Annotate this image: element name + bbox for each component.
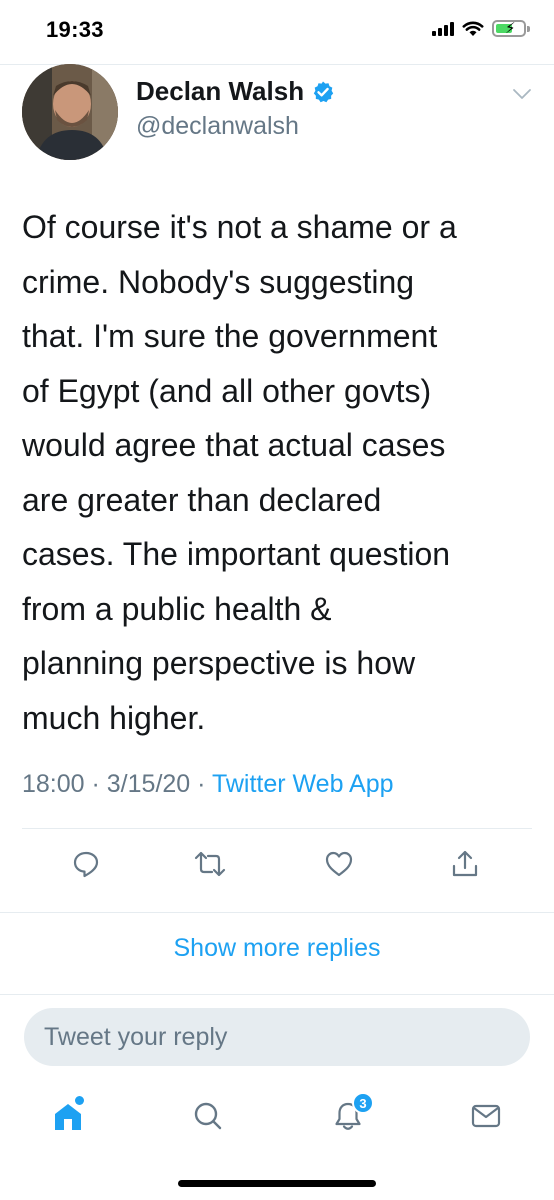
tweet-text: Of course it's not a shame or a crime. N… <box>22 209 457 736</box>
tab-bar: 3 <box>0 1080 554 1150</box>
meta-separator: · <box>84 770 107 798</box>
share-icon <box>452 850 478 877</box>
divider <box>0 912 554 913</box>
author-name[interactable]: Declan Walsh <box>136 76 304 107</box>
status-bar: 19:33 ⚡ <box>0 0 554 62</box>
divider <box>22 828 532 829</box>
verified-badge-icon <box>313 81 334 102</box>
tab-search[interactable] <box>188 1096 228 1136</box>
tweet-actions <box>0 846 554 886</box>
signal-icon <box>432 21 454 36</box>
tab-notifications[interactable]: 3 <box>328 1092 374 1136</box>
messages-icon <box>471 1104 501 1128</box>
home-indicator <box>178 1180 376 1187</box>
wifi-icon <box>462 21 484 36</box>
tab-messages[interactable] <box>466 1096 506 1136</box>
avatar[interactable] <box>22 64 118 160</box>
status-icons: ⚡ <box>432 20 530 37</box>
chevron-down-icon[interactable] <box>510 82 534 106</box>
tweet-author: Declan Walsh @declanwalsh <box>0 64 554 164</box>
reply-button[interactable] <box>68 846 104 882</box>
divider <box>0 994 554 995</box>
show-more-replies-button[interactable]: Show more replies <box>0 934 554 963</box>
battery-charging-icon: ⚡ <box>492 20 530 37</box>
status-time: 19:33 <box>46 17 104 42</box>
retweet-icon <box>194 851 226 877</box>
author-name-row: Declan Walsh <box>136 76 335 107</box>
retweet-button[interactable] <box>192 846 228 882</box>
tab-home[interactable] <box>48 1096 88 1136</box>
reply-icon <box>73 851 99 878</box>
reply-input[interactable]: Tweet your reply <box>24 1008 530 1066</box>
tweet-date: 3/15/20 <box>106 770 191 798</box>
author-handle[interactable]: @declanwalsh <box>136 112 299 141</box>
home-unread-dot <box>75 1096 84 1105</box>
tweet-time: 18:00 <box>22 770 85 798</box>
like-button[interactable] <box>321 846 357 882</box>
share-button[interactable] <box>447 846 483 882</box>
search-icon <box>194 1102 222 1130</box>
tweet-meta: 18:00 · 3/15/20 · Twitter Web App <box>22 770 394 799</box>
tweet-source-link[interactable]: Twitter Web App <box>212 770 394 798</box>
meta-separator: · <box>190 770 212 798</box>
like-icon <box>325 851 353 877</box>
notifications-badge: 3 <box>352 1092 374 1114</box>
